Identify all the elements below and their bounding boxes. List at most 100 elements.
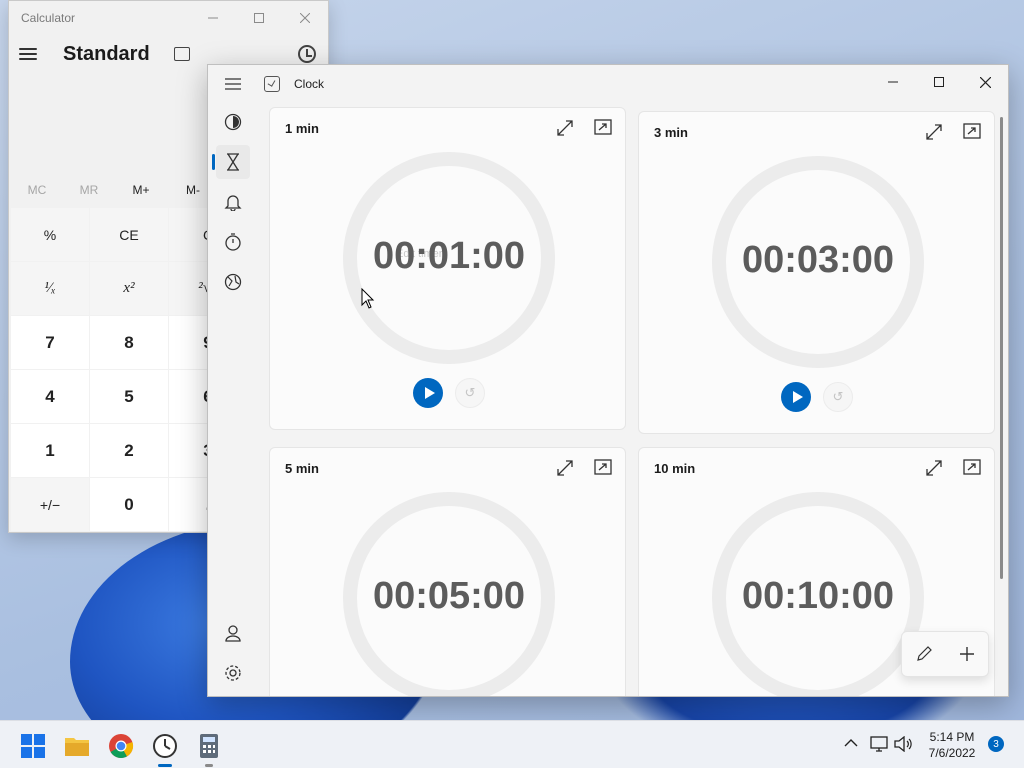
timer-card[interactable]: 1 min Edit timer 00:01:00 ↺	[269, 107, 626, 430]
taskbar: 5:14 PM 7/6/2022	[0, 720, 1024, 768]
volume-icon[interactable]	[894, 736, 912, 752]
stopwatch-icon	[225, 233, 241, 251]
network-icon[interactable]	[870, 736, 888, 752]
calculator-minimize-button[interactable]	[190, 1, 236, 35]
maximize-icon	[254, 13, 264, 23]
world-clock-icon	[224, 273, 242, 291]
expand-icon[interactable]	[924, 458, 944, 478]
start-icon[interactable]	[20, 733, 46, 759]
timer-name: 10 min	[654, 461, 696, 476]
clock-maximize-button[interactable]	[916, 65, 962, 99]
edit-icon[interactable]	[915, 645, 933, 663]
clear-entry-key[interactable]: CE	[90, 208, 168, 261]
maximize-icon	[934, 77, 944, 87]
active-app-indicator	[158, 764, 172, 767]
clock-window-title: Clock	[294, 77, 325, 91]
calculator-close-button[interactable]	[282, 1, 328, 35]
hamburger-menu-icon[interactable]	[19, 48, 37, 60]
digit-2-key[interactable]: 2	[90, 424, 168, 477]
close-icon	[979, 76, 991, 88]
digit-0-key[interactable]: 0	[90, 478, 168, 531]
percent-key[interactable]: %	[11, 208, 89, 261]
chrome-icon[interactable]	[108, 733, 134, 759]
timer-card[interactable]: 3 min 00:03:00 ↺	[638, 111, 995, 434]
timer-icon	[227, 153, 239, 171]
keep-on-top-icon[interactable]	[173, 47, 190, 61]
memory-recall-button[interactable]: MR	[63, 183, 115, 197]
digit-1-key[interactable]: 1	[11, 424, 89, 477]
file-explorer-icon[interactable]	[64, 733, 90, 759]
digit-7-key[interactable]: 7	[11, 316, 89, 369]
focus-sessions-icon	[224, 113, 242, 131]
history-icon[interactable]	[298, 45, 316, 63]
timer-time[interactable]: 00:01:00	[329, 235, 569, 278]
running-app-indicator	[205, 764, 213, 767]
nav-account[interactable]	[216, 616, 250, 650]
square-key[interactable]: x²	[90, 262, 168, 315]
clock-minimize-button[interactable]	[870, 65, 916, 99]
minimize-icon	[888, 81, 898, 83]
gear-icon	[225, 665, 241, 681]
memory-clear-button[interactable]: MC	[11, 183, 63, 197]
nav-settings[interactable]	[216, 656, 250, 690]
timer-name: 5 min	[285, 461, 319, 476]
expand-icon[interactable]	[555, 458, 575, 478]
keep-on-top-icon[interactable]	[962, 122, 984, 142]
calculator-titlebar[interactable]: Calculator	[9, 1, 328, 35]
minimize-icon	[208, 17, 218, 19]
keep-on-top-icon[interactable]	[593, 458, 615, 478]
digit-8-key[interactable]: 8	[90, 316, 168, 369]
timer-time[interactable]: 00:05:00	[329, 575, 569, 618]
alarm-icon	[224, 195, 242, 211]
clock-app-icon[interactable]	[152, 733, 178, 759]
start-button[interactable]	[781, 382, 811, 412]
reciprocal-key[interactable]: ¹⁄ₓ	[11, 262, 89, 315]
vertical-scrollbar[interactable]	[1000, 117, 1003, 579]
reset-button[interactable]: ↺	[823, 382, 853, 412]
nav-active-indicator	[212, 154, 215, 170]
taskbar-date: 7/6/2022	[928, 746, 976, 760]
mouse-cursor-icon	[361, 288, 375, 309]
keep-on-top-icon[interactable]	[593, 118, 615, 138]
window-controls	[870, 65, 1008, 99]
chevron-up-icon[interactable]	[844, 738, 858, 748]
account-icon	[225, 625, 241, 642]
reset-icon: ↺	[464, 385, 476, 400]
calculator-mode-title: Standard	[63, 42, 150, 65]
clock-close-button[interactable]	[962, 65, 1008, 99]
reset-icon: ↺	[832, 389, 844, 404]
clock-titlebar[interactable]: Clock	[208, 65, 1008, 103]
add-icon[interactable]	[959, 646, 975, 662]
taskbar-clock[interactable]: 5:14 PM 7/6/2022	[926, 729, 978, 761]
nav-menu-button[interactable]	[216, 67, 250, 101]
reset-button[interactable]: ↺	[455, 378, 485, 408]
nav-focus-sessions[interactable]	[216, 105, 250, 139]
digit-5-key[interactable]: 5	[90, 370, 168, 423]
calculator-maximize-button[interactable]	[236, 1, 282, 35]
calculator-app-icon[interactable]	[196, 733, 222, 759]
nav-timer[interactable]	[216, 145, 250, 179]
timer-actions-bar	[901, 631, 989, 677]
keep-on-top-icon[interactable]	[962, 458, 984, 478]
calculator-window-title: Calculator	[21, 11, 76, 25]
timer-name: 1 min	[285, 121, 319, 136]
expand-icon[interactable]	[555, 118, 575, 138]
timer-time[interactable]: 00:10:00	[698, 575, 938, 618]
timer-time[interactable]: 00:03:00	[698, 239, 938, 282]
notification-badge[interactable]: 3	[988, 736, 1004, 752]
clock-window[interactable]: Clock 1 min Edit timer 00:01:00 ↺ 3 min …	[207, 64, 1009, 697]
taskbar-time: 5:14 PM	[929, 730, 975, 744]
expand-icon[interactable]	[924, 122, 944, 142]
timer-name: 3 min	[654, 125, 688, 140]
clock-app-icon	[264, 76, 280, 92]
close-icon	[300, 13, 310, 23]
start-button[interactable]	[413, 378, 443, 408]
memory-add-button[interactable]: M+	[115, 183, 167, 197]
nav-world-clock[interactable]	[216, 265, 250, 299]
digit-4-key[interactable]: 4	[11, 370, 89, 423]
nav-stopwatch[interactable]	[216, 225, 250, 259]
negate-key[interactable]: +/−	[11, 478, 89, 531]
nav-alarm[interactable]	[216, 185, 250, 219]
timer-card[interactable]: 5 min 00:05:00	[269, 447, 626, 696]
hamburger-menu-icon	[225, 78, 241, 90]
